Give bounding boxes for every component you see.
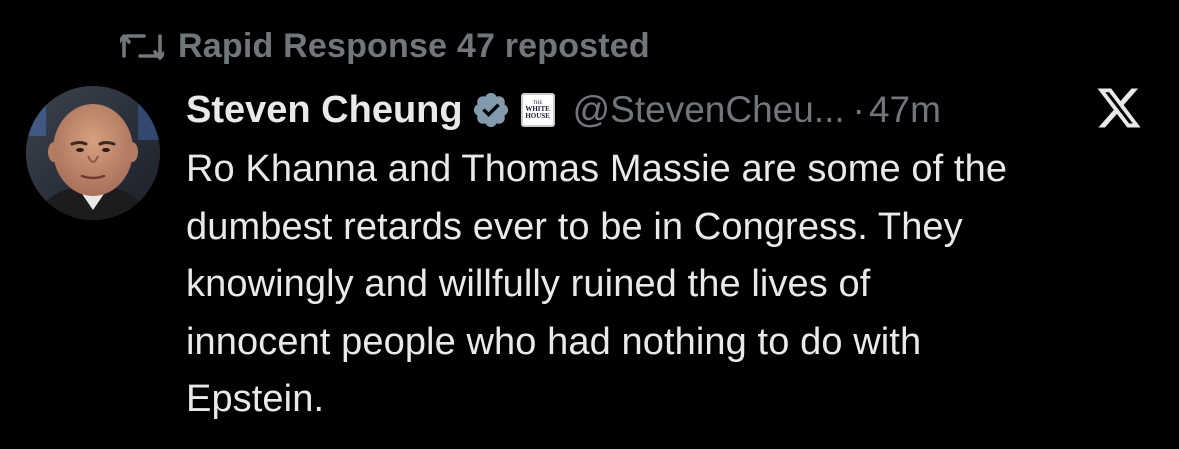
author-display-name[interactable]: Steven Cheung	[186, 89, 463, 132]
tweet-text-line: knowingly and willfully ruined the lives…	[186, 263, 871, 305]
verified-badge-icon[interactable]	[471, 90, 511, 130]
x-logo-icon[interactable]	[1095, 84, 1143, 132]
tweet-text-line: Epstein.	[186, 378, 325, 420]
tweet-text-line: Ro Khanna and Thomas Massie are some of …	[186, 148, 1008, 190]
tweet-header: Steven Cheung The White House @StevenChe…	[186, 84, 1159, 136]
avatar[interactable]	[26, 86, 160, 220]
repost-context[interactable]: Rapid Response 47 reposted	[120, 22, 650, 70]
badge-line-house: House	[525, 111, 550, 120]
repost-icon	[120, 34, 164, 60]
header-separator: ·	[852, 89, 865, 130]
avatar-image	[26, 86, 160, 220]
tweet-timestamp[interactable]: 47m	[869, 89, 941, 131]
tweet-text: Ro Khanna and Thomas Massie are some of …	[186, 141, 1161, 429]
tweet-text-line: innocent people who had nothing to do wi…	[186, 320, 922, 363]
author-handle[interactable]: @StevenCheu...	[573, 89, 845, 131]
white-house-affiliate-badge[interactable]: The White House	[520, 93, 555, 127]
repost-label: Rapid Response 47 reposted	[178, 26, 650, 65]
tweet-text-line: dumbest retards ever to be in Congress. …	[186, 205, 963, 248]
